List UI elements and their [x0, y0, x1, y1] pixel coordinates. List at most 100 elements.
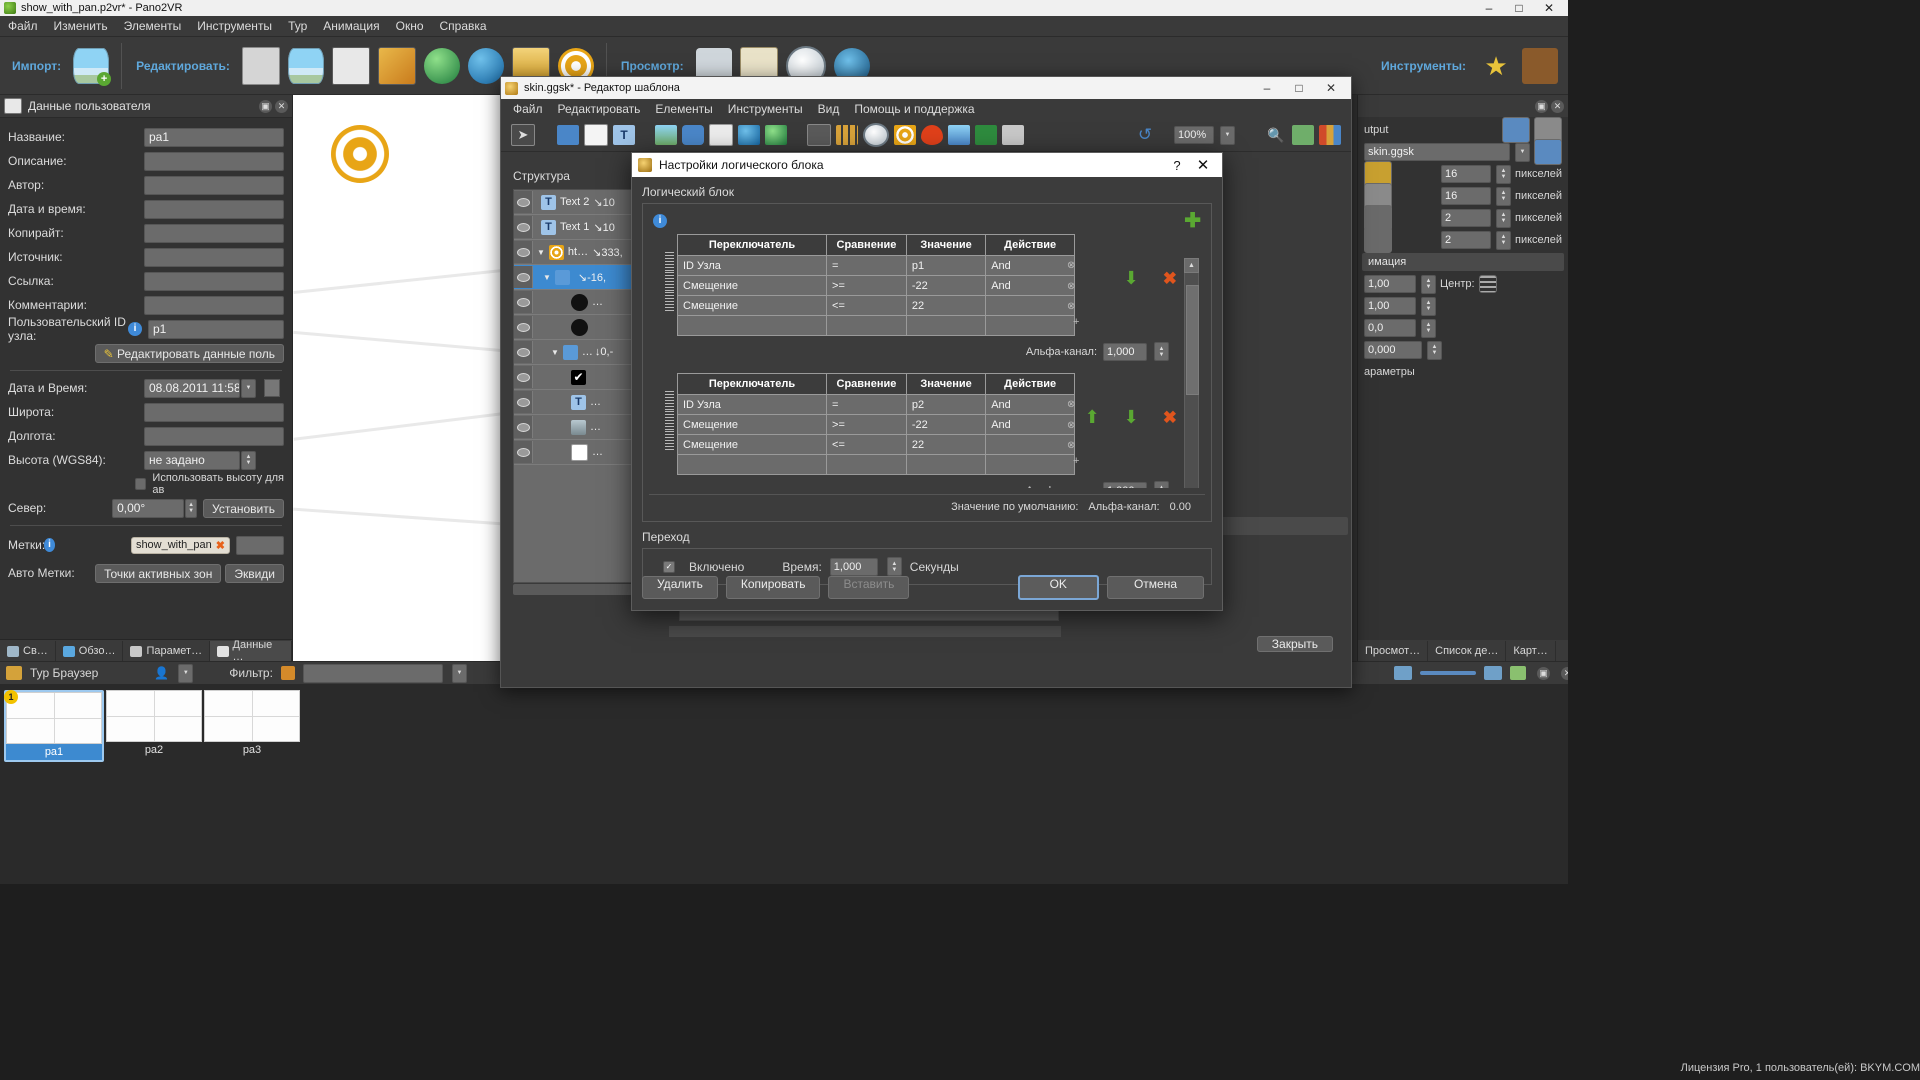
input-datetime-2[interactable]: 08.08.2011 11:58	[144, 378, 240, 398]
right-tab-preview[interactable]: Просмот…	[1358, 640, 1429, 662]
value-stepper-3[interactable]: ▲ ▼	[1421, 318, 1436, 338]
menu-item-elements[interactable]: Элементы	[124, 19, 182, 33]
cell-action[interactable]: And	[985, 275, 1075, 296]
menu-item-edit[interactable]: Изменить	[54, 19, 108, 33]
size-field-1[interactable]: 16	[1441, 165, 1492, 183]
input-comments[interactable]	[144, 295, 284, 315]
cell-switch[interactable]: ID Узла	[676, 394, 828, 415]
size-stepper-3[interactable]: ▲ ▼	[1496, 208, 1512, 228]
size-stepper-2[interactable]: ▲ ▼	[1496, 186, 1512, 206]
tab-properties[interactable]: Св…	[0, 640, 56, 662]
import-panorama-icon[interactable]: +	[73, 47, 112, 86]
tour-layout-icon[interactable]	[1394, 666, 1412, 680]
expand-icon[interactable]: ▼	[551, 348, 559, 357]
marker-icon[interactable]	[921, 125, 943, 145]
visibility-icon[interactable]	[514, 291, 533, 313]
row-add-icon[interactable]: +	[1073, 455, 1079, 467]
panel-close-button[interactable]: ✕	[275, 99, 288, 113]
calendar-icon[interactable]	[264, 379, 280, 397]
edit-userdata-button[interactable]: ✎ Редактировать данные поль	[94, 343, 284, 363]
right-tab-list[interactable]: Список де…	[1428, 640, 1507, 662]
logic-dialog-close-button[interactable]: ✕	[1190, 156, 1216, 174]
viewport-icon[interactable]	[807, 124, 831, 146]
delete-button[interactable]: Удалить	[642, 576, 718, 599]
tab-overview[interactable]: Обзо…	[56, 640, 124, 662]
cell-compare[interactable]: =	[826, 255, 907, 276]
skin-open-icon[interactable]	[1534, 139, 1562, 165]
visibility-icon[interactable]	[514, 391, 533, 413]
skin-menu-view[interactable]: Вид	[818, 102, 840, 116]
visibility-icon[interactable]	[514, 441, 533, 463]
skin-canvas-scroll-track[interactable]	[669, 626, 1061, 637]
levels-icon[interactable]	[241, 46, 280, 85]
cell-value[interactable]: -22	[905, 414, 987, 435]
size-field-2[interactable]: 16	[1441, 187, 1492, 205]
autotag-hotspots-button[interactable]: Точки активных зон	[95, 563, 222, 583]
table-row[interactable]: ID Узла = p2 And	[676, 394, 1075, 415]
skin-menu-help[interactable]: Помощь и поддержка	[854, 102, 974, 116]
userdata-icon[interactable]	[331, 46, 370, 85]
viewpoint-crosshair-icon[interactable]	[331, 125, 389, 183]
size-stepper-1[interactable]: ▲ ▼	[1496, 164, 1512, 184]
input-source[interactable]	[144, 247, 284, 267]
transition-enabled-checkbox[interactable]: ✓	[663, 560, 675, 573]
cell-compare[interactable]: =	[826, 394, 907, 415]
favorites-icon[interactable]: ★	[1478, 48, 1514, 84]
size-field-4[interactable]: 2	[1441, 231, 1492, 249]
logic-scrollbar[interactable]: ▲ ▼	[1184, 258, 1199, 488]
table-row-empty[interactable]	[676, 454, 1075, 475]
north-stepper[interactable]: ▲ ▼	[185, 498, 198, 518]
input-altitude[interactable]: не задано	[144, 450, 240, 470]
help-button[interactable]: ?	[1164, 158, 1190, 173]
filter-dropdown-icon[interactable]: ▼	[451, 663, 467, 683]
menu-item-file[interactable]: Файл	[8, 19, 38, 33]
filter-icon[interactable]	[280, 666, 295, 680]
tour-user-icon[interactable]: 👤	[154, 666, 169, 680]
progress-icon[interactable]	[1002, 125, 1024, 145]
cell-compare[interactable]: >=	[826, 414, 907, 435]
visibility-icon[interactable]	[514, 191, 533, 213]
scrollbar-thumb[interactable]	[1186, 285, 1199, 395]
visibility-icon[interactable]	[514, 366, 533, 388]
cancel-button[interactable]: Отмена	[1106, 576, 1204, 599]
delete-block-icon[interactable]: ✖	[1163, 408, 1177, 428]
altitude-stepper[interactable]: ▲ ▼	[241, 450, 256, 470]
projects-icon[interactable]	[1522, 47, 1558, 84]
menu-item-animation[interactable]: Анимация	[323, 19, 379, 33]
zoom-field[interactable]: 100%	[1174, 126, 1214, 144]
visibility-icon[interactable]	[514, 416, 533, 438]
skin-menu-edit[interactable]: Редактировать	[558, 102, 641, 116]
table-row[interactable]: Смещение <= 22	[676, 434, 1075, 455]
tag-input[interactable]	[236, 535, 284, 555]
output-folder-icon[interactable]	[1502, 117, 1530, 143]
menu-item-help[interactable]: Справка	[440, 19, 487, 33]
transition-time-stepper[interactable]: ▲ ▼	[886, 557, 902, 576]
cell-compare[interactable]	[826, 315, 907, 336]
set-north-button[interactable]: Установить	[203, 498, 284, 518]
skin-file-dropdown-icon[interactable]: ▼	[1515, 142, 1530, 162]
tour-float-button[interactable]: ▣	[1537, 666, 1550, 680]
skin-minimize-button[interactable]: –	[1251, 81, 1283, 95]
tags-info-icon[interactable]: i	[44, 538, 56, 552]
drag-handle-icon[interactable]	[665, 391, 674, 411]
map-icon[interactable]	[423, 47, 460, 84]
input-copyright[interactable]	[144, 223, 284, 243]
thumbnail-grid-icon[interactable]	[836, 125, 858, 145]
map-tool-icon[interactable]	[765, 125, 787, 145]
paste-button[interactable]: Вставить	[828, 576, 910, 599]
tag-remove-icon[interactable]: ✖	[216, 539, 225, 552]
thumbnail-item[interactable]: 1 pa1	[4, 690, 104, 762]
datetime-dropdown-icon[interactable]: ▼	[241, 378, 256, 398]
input-longitude[interactable]	[144, 426, 284, 446]
logic-info-icon[interactable]: i	[653, 214, 667, 228]
alpha-field-1[interactable]: 1,000	[1103, 342, 1147, 361]
expand-icon[interactable]: ▼	[537, 248, 545, 257]
skin-close-dialog-button[interactable]: Закрыть	[1256, 636, 1333, 652]
table-row[interactable]: ID Узла = p1 And	[676, 255, 1075, 276]
input-node-id[interactable]: p1	[148, 319, 284, 339]
cell-action[interactable]: And	[985, 414, 1075, 435]
panel-float-button[interactable]: ▣	[259, 99, 272, 113]
menu-item-tour[interactable]: Тур	[288, 19, 307, 33]
tooltip-icon[interactable]	[682, 125, 704, 145]
cell-value[interactable]: 22	[905, 434, 987, 455]
